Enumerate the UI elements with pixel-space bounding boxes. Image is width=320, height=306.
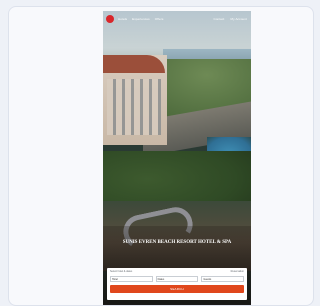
booking-widget: Select hotel & dates Reservation Hotel D… — [107, 268, 247, 300]
preview-card: Hotels Experiences Offers Contact My Acc… — [8, 6, 314, 306]
mobile-page-preview[interactable]: Hotels Experiences Offers Contact My Acc… — [103, 11, 251, 305]
nav-item[interactable]: Experiences — [132, 17, 150, 21]
booking-heading-text: Select hotel & dates — [110, 270, 133, 273]
brand-logo-icon[interactable] — [106, 15, 114, 23]
guests-field-label: Guests — [203, 277, 212, 281]
hotel-select[interactable]: Hotel — [110, 276, 153, 282]
top-navigation: Hotels Experiences Offers Contact My Acc… — [103, 11, 251, 27]
dates-field-label: Dates — [157, 277, 165, 281]
booking-fields: Hotel Dates Guests — [110, 276, 245, 282]
booking-heading: Select hotel & dates Reservation — [110, 270, 244, 273]
utility-nav: Contact My Account — [213, 17, 247, 21]
search-button[interactable]: SEARCH — [110, 285, 244, 293]
nav-item[interactable]: Hotels — [118, 17, 127, 21]
contact-link[interactable]: Contact — [213, 17, 224, 21]
booking-subheading-text: Reservation — [230, 270, 244, 273]
dates-field[interactable]: Dates — [155, 276, 199, 282]
account-link[interactable]: My Account — [230, 17, 247, 21]
hero-title: SUNIS EVREN BEACH RESORT HOTEL & SPA — [122, 240, 232, 245]
hotel-select-label: Hotel — [112, 277, 118, 281]
nav-item[interactable]: Offers — [155, 17, 164, 21]
main-nav: Hotels Experiences Offers — [118, 17, 163, 21]
guests-field[interactable]: Guests — [201, 276, 245, 282]
